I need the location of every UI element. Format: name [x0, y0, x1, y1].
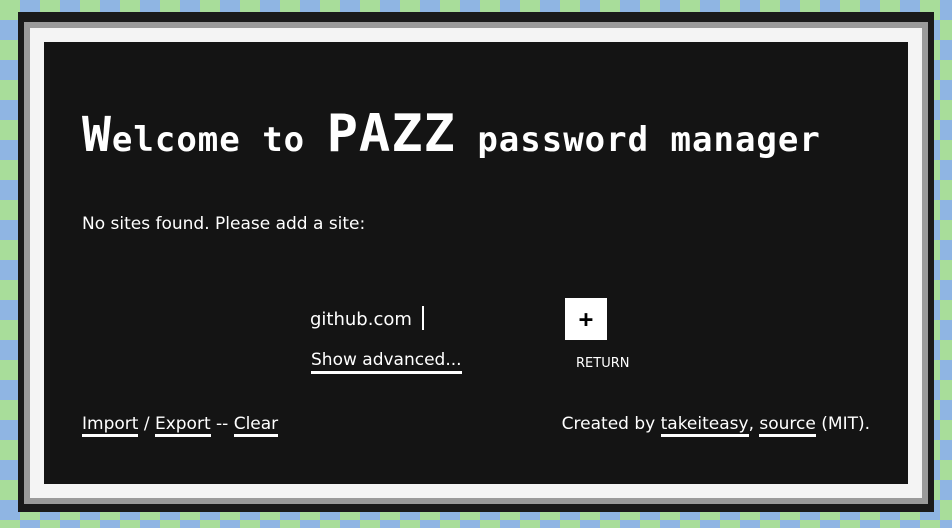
title-part1: elcome to [111, 120, 327, 160]
main-panel: Welcome to PAZZ password manager No site… [44, 42, 908, 484]
comma-separator: , [748, 414, 760, 434]
clear-link[interactable]: Clear [233, 414, 279, 437]
return-hint: RETURN [576, 356, 630, 371]
title-part2: password manager [455, 120, 821, 160]
text-caret [422, 306, 424, 330]
author-link[interactable]: takeiteasy [660, 414, 749, 437]
show-advanced-link[interactable]: Show advanced... [311, 350, 462, 374]
status-message: No sites found. Please add a site: [82, 214, 366, 234]
separator-dashes: -- [210, 414, 234, 434]
add-site-button[interactable]: + [565, 298, 607, 340]
title-brand: PAZZ [326, 104, 456, 164]
import-link[interactable]: Import [82, 414, 139, 437]
footer-credits: Created by takeiteasy, source (MIT). [561, 414, 870, 437]
export-link[interactable]: Export [154, 414, 211, 437]
license-text: (MIT). [815, 414, 870, 434]
page-title: Welcome to PAZZ password manager [82, 104, 882, 164]
title-initial: W [82, 107, 112, 163]
created-by-text: Created by [561, 414, 661, 434]
source-link[interactable]: source [759, 414, 816, 437]
footer-actions: Import / Export -- Clear [82, 414, 279, 437]
separator-slash: / [138, 414, 155, 434]
site-input[interactable] [310, 304, 550, 334]
